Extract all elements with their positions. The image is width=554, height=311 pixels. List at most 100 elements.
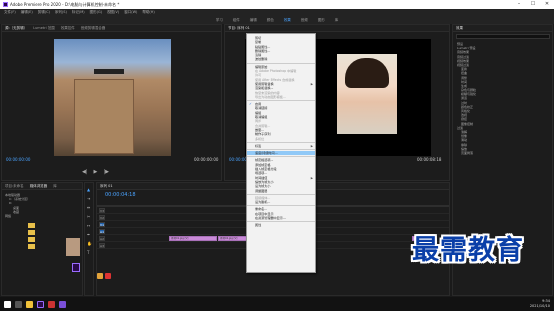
source-video-frame <box>54 39 171 156</box>
workspace-editing[interactable]: 编辑 <box>250 18 257 23</box>
app-taskbar-icon[interactable] <box>59 300 66 308</box>
menu-separator <box>247 99 315 102</box>
folder-icon <box>28 223 35 228</box>
track-label[interactable]: V3 <box>99 207 105 213</box>
windows-start-icon[interactable] <box>4 300 11 308</box>
workspace-graphics[interactable]: 图形 <box>318 18 325 23</box>
selection-tool-icon[interactable]: ▲ <box>87 187 91 192</box>
source-timecode-end: 00:00:00:00 <box>194 157 219 162</box>
tab-project[interactable]: 项目:未命名 <box>5 184 24 189</box>
tab-sequence[interactable]: 序列 01 <box>100 184 113 189</box>
hand-tool-icon[interactable]: ✋ <box>87 241 92 246</box>
workspace-audio[interactable]: 音频 <box>301 18 308 23</box>
watermark-logo: 最需教育 <box>412 235 524 266</box>
tab-effects[interactable]: 效果 <box>456 26 463 31</box>
menu-separator <box>247 141 315 143</box>
ripple-edit-icon[interactable]: ⇹ <box>87 205 91 210</box>
project-tabs: 项目:未命名 媒体浏览器 库 <box>2 183 82 190</box>
taskbar <box>0 297 554 311</box>
folder-icon <box>28 230 35 235</box>
search-icon[interactable] <box>15 300 22 308</box>
effects-tabs: 效果 <box>453 25 552 32</box>
menu-help[interactable]: 帮助(H) <box>142 10 154 15</box>
title-bar: Adobe Premiere Pro 2020 - D:\电脑与计算机控制-未命… <box>0 0 554 9</box>
menu-graphics[interactable]: 图形(G) <box>90 10 102 15</box>
workspace-assembly[interactable]: 组件 <box>233 18 240 23</box>
building-image <box>74 79 134 154</box>
menu-view[interactable]: 视图(V) <box>107 10 119 15</box>
track-label[interactable]: V1 <box>99 221 105 227</box>
minimize-icon[interactable]: – <box>512 0 526 9</box>
folder-icon <box>28 244 35 249</box>
file-tree: 本地驱动器 C:（系统分区） D: 桌面 收藏 网络 <box>5 193 81 218</box>
tab-media-browser[interactable]: 媒体浏览器 <box>30 184 48 189</box>
menu-marker[interactable]: 标记(M) <box>72 10 85 15</box>
menu-edit[interactable]: 编辑(E) <box>21 10 33 15</box>
menu-sequence[interactable]: 序列(S) <box>55 10 67 15</box>
program-timecode-end: 00:00:08:18 <box>417 157 442 162</box>
type-tool-icon[interactable]: T <box>87 250 91 255</box>
file-explorer-icon[interactable] <box>26 300 33 308</box>
source-transport: ◀| ▶ |▶ <box>82 169 109 175</box>
menu-separator <box>247 148 315 151</box>
track-label[interactable]: A3 <box>99 242 105 248</box>
maximize-icon[interactable]: ☐ <box>526 0 540 9</box>
premiere-taskbar-icon[interactable] <box>37 300 44 308</box>
track-label[interactable]: V2 <box>99 214 105 220</box>
child-photo-image <box>337 54 397 134</box>
source-tabs: 源:（无剪辑） Lumetri 范围 效果控件 音频剪辑混合器 <box>2 25 221 32</box>
tab-program[interactable]: 节目: 序列 01 <box>228 26 250 31</box>
effects-search-input[interactable] <box>456 34 550 39</box>
track-label[interactable]: A1 <box>99 228 105 234</box>
pen-tool-icon[interactable]: ✒ <box>87 232 91 237</box>
ps-icon <box>97 273 103 279</box>
tab-effect-controls[interactable]: 效果控件 <box>61 26 75 31</box>
workspace-color[interactable]: 颜色 <box>267 18 274 23</box>
close-icon[interactable]: ✕ <box>540 0 554 9</box>
clock-date: 2021/10/10 <box>529 303 550 308</box>
folder-icons <box>28 223 37 263</box>
step-back-icon[interactable]: ◀| <box>82 169 88 175</box>
tree-item[interactable]: 网络 <box>5 214 81 218</box>
street-sign-image <box>94 69 124 74</box>
menu-clip[interactable]: 剪辑(C) <box>38 10 50 15</box>
tab-lumetri-scopes[interactable]: Lumetri 范围 <box>33 26 55 31</box>
razor-tool-icon[interactable]: ✂ <box>87 214 91 219</box>
thumbnail-image[interactable] <box>66 238 80 256</box>
tab-source[interactable]: 源:（无剪辑） <box>5 26 27 31</box>
app-taskbar-icon[interactable] <box>48 300 55 308</box>
play-icon[interactable]: ▶ <box>94 169 98 175</box>
menu-separator <box>247 193 315 195</box>
timeline-timecode: 00:00:04:18 <box>105 192 136 198</box>
context-menu: 剪切 复制 粘贴属性... 删除属性... 清除 波纹删除 编辑原始在 Adobe Phot… <box>246 33 316 273</box>
tree-item[interactable]: 页面剥落 <box>457 151 552 155</box>
tab-audio-mixer[interactable]: 音频剪辑混合器 <box>81 26 106 31</box>
track-select-icon[interactable]: ⇥ <box>87 196 91 201</box>
timeline-clip[interactable]: 素材01.jpg [V] <box>169 236 217 241</box>
workspace-effects[interactable]: 效果 <box>284 18 291 23</box>
step-forward-icon[interactable]: |▶ <box>103 169 109 175</box>
workspace-libraries[interactable]: 库 <box>335 18 339 23</box>
folder-icon <box>28 237 35 242</box>
menu-separator <box>247 62 315 64</box>
menu-window[interactable]: 窗口(W) <box>124 10 137 15</box>
premiere-file-icon[interactable] <box>72 263 80 272</box>
timeline-footer-icons <box>97 273 449 281</box>
menu-bar: 文件(F) 编辑(E) 剪辑(C) 序列(S) 标记(M) 图形(G) 视图(V… <box>0 9 554 16</box>
tab-libraries[interactable]: 库 <box>53 184 57 189</box>
effects-tree: 预设 Lumetri 预设 音频效果 音频过渡 视频效果 视频过渡 变换 扭曲 … <box>457 42 552 155</box>
menu-item-label: 属性 <box>255 223 262 228</box>
hair-image <box>345 58 389 88</box>
context-menu-item[interactable]: 属性 <box>247 223 315 227</box>
project-panel: 项目:未命名 媒体浏览器 库 本地驱动器 C:（系统分区） D: 桌面 收藏 网… <box>1 182 83 296</box>
system-clock[interactable]: 9:34 2021/10/10 <box>530 299 550 308</box>
menu-file[interactable]: 文件(F) <box>4 10 16 15</box>
program-tabs: 节目: 序列 01 <box>225 25 449 32</box>
track-label[interactable]: A2 <box>99 235 105 241</box>
timeline-clip[interactable]: 素材02.jpg [V] <box>218 236 248 241</box>
workspace-learn[interactable]: 学习 <box>216 18 223 23</box>
slip-tool-icon[interactable]: ↔ <box>87 223 91 228</box>
record-icon <box>105 273 111 279</box>
source-monitor-panel: 源:（无剪辑） Lumetri 范围 效果控件 音频剪辑混合器 00:00:00… <box>1 24 222 181</box>
window-title: Adobe Premiere Pro 2020 - D:\电脑与计算机控制-未命… <box>10 1 120 7</box>
